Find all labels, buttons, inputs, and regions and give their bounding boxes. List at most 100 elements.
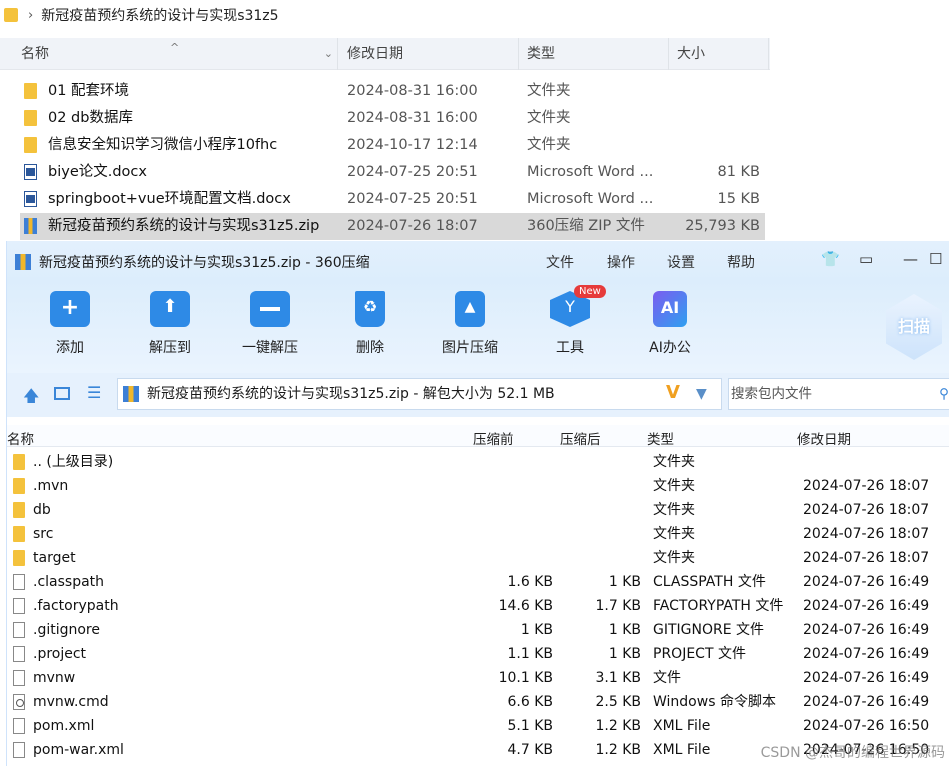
extract-to-button[interactable]: ⬆ 解压到 <box>130 291 210 357</box>
file-row[interactable]: springboot+vue环境配置文档.docx 2024-07-25 20:5… <box>20 186 765 213</box>
zip-icon <box>123 386 139 402</box>
archive-row[interactable]: src 文件夹 2024-07-26 18:07 <box>7 522 949 546</box>
image-compress-button[interactable]: ▲ 图片压缩 <box>430 291 510 357</box>
column-name[interactable]: 名称 ^ ⌄ <box>0 38 338 70</box>
file-size: 15 KB <box>717 191 760 207</box>
entry-after-size: 3.1 KB <box>595 670 642 686</box>
new-badge: New <box>574 285 606 298</box>
archive-row[interactable]: target 文件夹 2024-07-26 18:07 <box>7 546 949 570</box>
header-after[interactable]: 压缩后 <box>560 428 601 448</box>
entry-type: 文件 <box>653 670 681 686</box>
entry-type: CLASSPATH 文件 <box>653 574 766 590</box>
entry-after-size: 1.2 KB <box>595 718 642 734</box>
search-input[interactable]: 搜索包内文件 ⚲ <box>728 378 949 410</box>
folder-icon <box>13 454 25 470</box>
folder-icon <box>24 83 37 99</box>
archive-path-field[interactable]: 新冠疫苗预约系统的设计与实现s31z5.zip - 解包大小为 52.1 MB … <box>117 378 722 410</box>
entry-modified: 2024-07-26 16:49 <box>803 598 930 614</box>
folder-icon <box>4 8 18 22</box>
entry-type: 文件夹 <box>653 526 695 542</box>
entry-modified: 2024-07-26 16:49 <box>803 670 930 686</box>
entry-before-size: 5.1 KB <box>507 718 554 734</box>
file-size: 25,793 KB <box>685 218 760 234</box>
entry-name: .classpath <box>33 574 105 590</box>
header-modified[interactable]: 修改日期 <box>797 428 851 448</box>
entry-before-size: 10.1 KB <box>498 670 553 686</box>
file-row[interactable]: 信息安全知识学习微信小程序10fhc 2024-10-17 12:14 文件夹 <box>20 132 765 159</box>
file-type: 文件夹 <box>527 110 571 126</box>
file-name: 02 db数据库 <box>48 110 133 126</box>
file-row[interactable]: biye论文.docx 2024-07-25 20:51 Microsoft Wor… <box>20 159 765 186</box>
list-view-icon[interactable]: ☰ <box>87 383 101 402</box>
file-type: 360压缩 ZIP 文件 <box>527 218 645 234</box>
chevron-down-icon[interactable]: ⌄ <box>324 38 333 70</box>
archive-row[interactable]: .gitignore 1 KB 1 KB GITIGNORE 文件 2024-07-26… <box>7 618 949 642</box>
one-click-extract-icon <box>250 291 290 327</box>
file-modified: 2024-07-25 20:51 <box>347 164 478 180</box>
file-row[interactable]: 01 配套环境 2024-08-31 16:00 文件夹 <box>20 78 765 105</box>
archive-row[interactable]: mvnw.cmd 6.6 KB 2.5 KB Windows 命令脚本 2024-07-… <box>7 690 949 714</box>
menu-settings[interactable]: 设置 <box>667 252 695 272</box>
entry-type: Windows 命令脚本 <box>653 694 776 710</box>
search-icon[interactable]: ⚲ <box>939 379 949 409</box>
menu-file[interactable]: 文件 <box>546 252 574 272</box>
column-type[interactable]: 类型 <box>519 38 669 70</box>
tools-button[interactable]: Y New 工具 <box>530 285 610 357</box>
ai-office-button[interactable]: AI AI办公 <box>630 291 710 357</box>
image-compress-icon: ▲ <box>455 291 485 327</box>
header-type[interactable]: 类型 <box>647 428 674 448</box>
maximize-icon[interactable]: ☐ <box>929 250 942 268</box>
archive-row[interactable]: .project 1.1 KB 1 KB PROJECT 文件 2024-07-26 1… <box>7 642 949 666</box>
header-name[interactable]: 名称 <box>7 428 34 448</box>
scan-button[interactable]: 扫描 <box>886 294 942 360</box>
entry-name: .mvn <box>33 478 69 494</box>
entry-name: mvnw.cmd <box>33 694 109 710</box>
archive-row[interactable]: pom.xml 5.1 KB 1.2 KB XML File 2024-07-26 16… <box>7 714 949 738</box>
archive-row[interactable]: .classpath 1.6 KB 1 KB CLASSPATH 文件 2024-07-… <box>7 570 949 594</box>
thumbnail-view-icon[interactable] <box>54 387 70 400</box>
archive-row[interactable]: db 文件夹 2024-07-26 18:07 <box>7 498 949 522</box>
archive-path: 新冠疫苗预约系统的设计与实现s31z5.zip - 解包大小为 52.1 MB <box>147 386 555 402</box>
file-modified: 2024-08-31 16:00 <box>347 110 478 126</box>
entry-after-size: 1.7 KB <box>595 598 642 614</box>
entry-name: .project <box>33 646 87 662</box>
v-logo-icon[interactable]: V <box>666 378 680 408</box>
skin-icon[interactable]: 👕 <box>821 250 840 268</box>
address-bar[interactable]: › 新冠疫苗预约系统的设计与实现s31z5 <box>0 0 949 30</box>
column-size[interactable]: 大小 <box>669 38 769 70</box>
delete-button[interactable]: ♻ 删除 <box>330 291 410 357</box>
column-modified[interactable]: 修改日期 <box>338 38 519 70</box>
toolbar: + 添加 ⬆ 解压到 一键解压 ♻ 删除 ▲ 图片压缩 Y New 工具 AI … <box>7 281 949 373</box>
dropdown-arrow-icon[interactable]: ▼ <box>696 379 707 409</box>
add-button[interactable]: + 添加 <box>30 291 110 357</box>
word-doc-icon <box>24 164 37 180</box>
breadcrumb[interactable]: 新冠疫苗预约系统的设计与实现s31z5 <box>41 5 278 25</box>
menu-help[interactable]: 帮助 <box>727 252 755 272</box>
archive-row[interactable]: .. (上级目录) 文件夹 <box>7 450 949 474</box>
menu-operation[interactable]: 操作 <box>607 252 635 272</box>
file-icon <box>13 646 25 662</box>
file-type: 文件夹 <box>527 137 571 153</box>
archive-row[interactable]: .factorypath 14.6 KB 1.7 KB FACTORYPATH 文件 2… <box>7 594 949 618</box>
zip-icon <box>24 218 37 234</box>
archive-row[interactable]: mvnw 10.1 KB 3.1 KB 文件 2024-07-26 16:49 <box>7 666 949 690</box>
file-row[interactable]: 新冠疫苗预约系统的设计与实现s31z5.zip 2024-07-26 18:07 3… <box>20 213 765 240</box>
one-click-extract-button[interactable]: 一键解压 <box>230 291 310 357</box>
archive-row[interactable]: .mvn 文件夹 2024-07-26 18:07 <box>7 474 949 498</box>
entry-modified: 2024-07-26 16:49 <box>803 622 930 638</box>
file-row[interactable]: 02 db数据库 2024-08-31 16:00 文件夹 <box>20 105 765 132</box>
watermark: CSDN @杰哥的编程世界源码 <box>760 745 945 761</box>
entry-name: .gitignore <box>33 622 100 638</box>
up-arrow-icon[interactable]: 🡅 <box>23 385 39 412</box>
minimize-icon[interactable]: — <box>903 250 918 268</box>
file-icon <box>13 598 25 614</box>
add-icon: + <box>50 291 90 327</box>
folder-icon <box>13 526 25 542</box>
column-header: 名称 ^ ⌄ 修改日期 类型 大小 <box>0 38 770 70</box>
header-before[interactable]: 压缩前 <box>473 428 514 448</box>
feedback-icon[interactable]: ▭ <box>859 250 873 268</box>
entry-before-size: 14.6 KB <box>498 598 553 614</box>
file-type: 文件夹 <box>527 83 571 99</box>
entry-name: .. (上级目录) <box>33 454 114 470</box>
folder-icon <box>13 550 25 566</box>
